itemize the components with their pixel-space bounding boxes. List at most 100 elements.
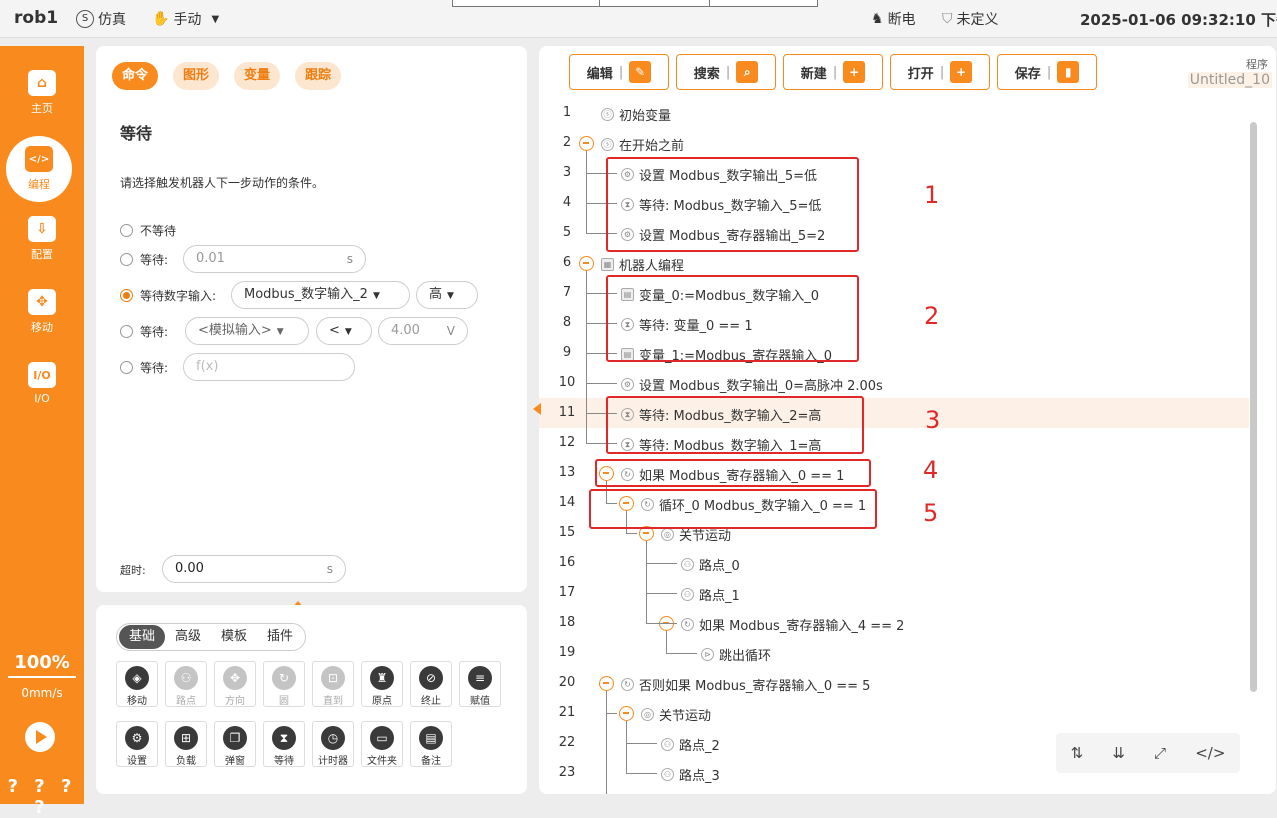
collapse-toggle-icon[interactable]: [619, 706, 634, 721]
annotation-box: [606, 275, 859, 362]
tool-circle[interactable]: ↻ 圆: [263, 661, 305, 707]
collapse-toggle-icon[interactable]: [599, 676, 614, 691]
speed-bar[interactable]: [8, 676, 76, 678]
sidebar-item-home[interactable]: ⌂ 主页: [0, 70, 84, 132]
new-button[interactable]: 新建 | +: [783, 54, 883, 90]
option-wait-time[interactable]: 等待:: [120, 251, 168, 268]
tool-waypoint[interactable]: ⚇ 路点: [165, 661, 207, 707]
tab-variables[interactable]: 变量: [234, 62, 281, 90]
program-line[interactable]: 21 ◎ 关节运动: [539, 698, 1249, 728]
robot-name[interactable]: rob1: [14, 8, 58, 28]
tree-connector: [626, 721, 627, 773]
tab-trace[interactable]: 跟踪: [295, 62, 342, 90]
toolbar-button-label: 搜索: [693, 66, 720, 82]
program-line[interactable]: 10 ⚙ 设置 Modbus_数字输出_0=高脉冲 2.00s: [539, 368, 1249, 398]
wait-description: 请选择触发机器人下一步动作的条件。: [120, 176, 325, 190]
radio-wait-time[interactable]: [120, 253, 133, 266]
radio-no-wait[interactable]: [120, 224, 133, 237]
node-text: 在开始之前: [619, 139, 685, 154]
hourglass-icon: ⧗: [272, 726, 296, 750]
tab-template[interactable]: 模板: [211, 625, 257, 649]
tool-timer[interactable]: ◷ 计时器: [312, 721, 354, 767]
tool-folder[interactable]: ▭ 文件夹: [361, 721, 403, 767]
annotation-box: [606, 396, 864, 454]
line-number: 4: [562, 195, 572, 210]
analog-value: 4.00: [391, 323, 420, 338]
top-center-tab: [452, 0, 818, 7]
option-wait-digital[interactable]: 等待数字输入:: [120, 287, 216, 304]
command-panel: 命令 图形 变量 跟踪 等待 请选择触发机器人下一步动作的条件。 不等待 等待:…: [96, 46, 527, 592]
program-name[interactable]: Untitled_10: [1187, 72, 1272, 88]
radio-wait-analog[interactable]: [120, 325, 133, 338]
sidebar-item-move[interactable]: ✥ 移动: [0, 289, 84, 351]
timeout-input[interactable]: 0.00 s: [162, 555, 346, 583]
digital-input-select[interactable]: Modbus_数字输入_2 ▼: [231, 281, 410, 309]
node-text: 初始变量: [619, 109, 672, 124]
chevron-down-icon: ▼: [447, 291, 454, 301]
sidebar-item-program[interactable]: </> 编程: [6, 136, 72, 202]
tab-command[interactable]: 命令: [112, 62, 159, 90]
expand-rows-icon[interactable]: ⇅: [1071, 744, 1084, 762]
hand-icon: ✋: [152, 11, 170, 27]
program-line[interactable]: 6 ▦ 机器人编程: [539, 248, 1249, 278]
tool-popup[interactable]: ❐ 弹窗: [214, 721, 256, 767]
program-line[interactable]: 2 ⓢ 在开始之前: [539, 128, 1249, 158]
tab-plugin[interactable]: 插件: [257, 625, 303, 649]
collapse-toggle-icon[interactable]: [579, 256, 594, 271]
power-status[interactable]: ♞ 断电: [871, 9, 916, 29]
tab-basic[interactable]: 基础: [119, 625, 166, 649]
separator: |: [618, 64, 624, 80]
save-button[interactable]: 保存 | ▮: [997, 54, 1097, 90]
analog-value-input[interactable]: 4.00 V: [378, 317, 468, 345]
tool-payload[interactable]: ⊞ 负载: [165, 721, 207, 767]
speed-percent[interactable]: 100%: [0, 652, 84, 673]
option-wait-analog[interactable]: 等待:: [120, 323, 168, 340]
search-button[interactable]: 搜索 | ⌕: [676, 54, 776, 90]
line-number: 3: [562, 165, 572, 180]
program-line[interactable]: 19 ⊳ 跳出循环: [539, 638, 1249, 668]
level-select[interactable]: 高 ▼: [416, 281, 478, 309]
tab-advanced[interactable]: 高级: [165, 625, 211, 649]
sidebar-item-io[interactable]: I/O I/O: [0, 362, 84, 424]
safety-status[interactable]: ⛉ 未定义: [942, 9, 999, 29]
collapse-toggle-icon[interactable]: [579, 136, 594, 151]
node-type-icon: ◎: [641, 708, 654, 721]
tool-hourglass[interactable]: ⧗ 等待: [263, 721, 305, 767]
radio-wait-digital[interactable]: [120, 289, 133, 302]
code-view-icon[interactable]: </>: [1195, 744, 1225, 762]
tab-graphics[interactable]: 图形: [173, 62, 220, 90]
program-node: ⚇ 路点_0: [681, 555, 740, 574]
option-wait-expression[interactable]: 等待:: [120, 359, 168, 376]
tool-until[interactable]: ⊡ 直到: [312, 661, 354, 707]
tool-move-tool[interactable]: ◈ 移动: [116, 661, 158, 707]
expression-input[interactable]: f(x): [183, 353, 355, 381]
program-line[interactable]: 20 ↻ 否则如果 Modbus_寄存器输入_0 == 5: [539, 668, 1249, 698]
tool-origin[interactable]: ♜ 原点: [361, 661, 403, 707]
compare-select[interactable]: < ▼: [316, 317, 372, 345]
option-no-wait[interactable]: 不等待: [120, 222, 176, 239]
edit-button[interactable]: 编辑 | ✎: [569, 54, 669, 90]
tool-direction[interactable]: ✥ 方向: [214, 661, 256, 707]
tool-stop[interactable]: ⊘ 终止: [410, 661, 452, 707]
scrollbar-thumb[interactable]: [1250, 122, 1257, 692]
tool-settings[interactable]: ⚙ 设置: [116, 721, 158, 767]
line-number: 11: [558, 405, 576, 420]
play-button[interactable]: [25, 722, 55, 752]
node-text: 机器人编程: [619, 259, 685, 274]
open-button[interactable]: 打开 | +: [890, 54, 990, 90]
program-node: ◎ 关节运动: [641, 705, 711, 724]
fullscreen-icon[interactable]: ⤢: [1154, 744, 1166, 762]
option-label: 等待:: [140, 253, 169, 267]
analog-input-select[interactable]: <模拟输入> ▼: [185, 317, 309, 345]
collapse-rows-icon[interactable]: ⇊: [1112, 744, 1125, 762]
program-line[interactable]: 1 ⓢ 初始变量: [539, 98, 1249, 128]
tool-comment[interactable]: ▤ 备注: [410, 721, 452, 767]
node-text: 跳出循环: [719, 649, 772, 664]
tool-assign[interactable]: ≡ 赋值: [459, 661, 501, 707]
simulation-toggle[interactable]: S 仿真: [76, 9, 126, 29]
radio-wait-expression[interactable]: [120, 361, 133, 374]
sidebar-item-config[interactable]: ⇩ 配置: [0, 216, 84, 278]
wait-time-input[interactable]: 0.01 s: [183, 245, 366, 273]
help-icons[interactable]: ? ? ? ?: [0, 776, 84, 818]
manual-mode-dropdown[interactable]: ✋ 手动 ▼: [152, 9, 219, 29]
